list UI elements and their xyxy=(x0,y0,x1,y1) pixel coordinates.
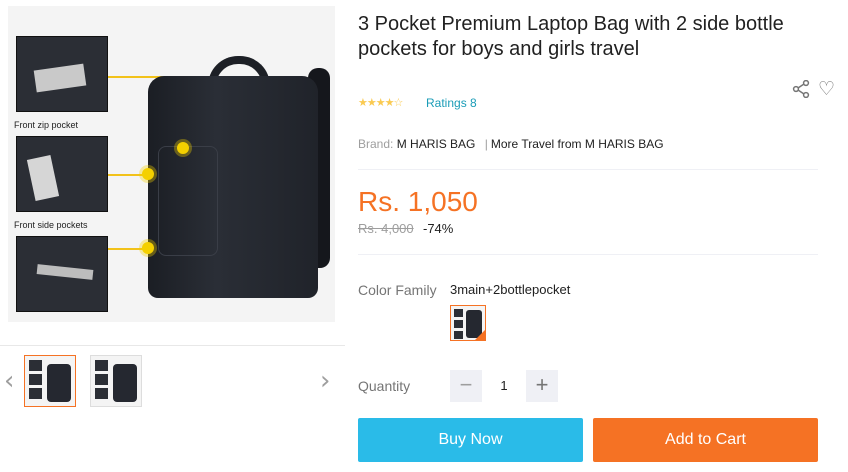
brand-row: Brand: M HARIS BAG | More Travel from M H… xyxy=(358,137,664,151)
inset-side-pocket xyxy=(16,236,108,312)
quantity-input[interactable]: 1 xyxy=(486,378,522,393)
brand-separator: | xyxy=(484,137,488,151)
section-divider xyxy=(358,169,818,170)
product-info: 3 Pocket Premium Laptop Bag with 2 side … xyxy=(358,0,848,472)
main-product-image[interactable]: Front zip pocket Front side pockets xyxy=(8,6,335,322)
rating-stars-icon: ★★★★☆ xyxy=(358,96,403,109)
original-price: Rs. 4,000 xyxy=(358,221,414,236)
thumbnail-inset xyxy=(95,388,108,399)
thumbnail-inset xyxy=(29,388,42,399)
selected-corner-icon xyxy=(475,330,485,340)
thumbnail-bag xyxy=(47,364,71,402)
color-family-value: 3main+2bottlepocket xyxy=(450,282,571,297)
discount-badge: -74% xyxy=(423,221,454,236)
color-family-label: Color Family xyxy=(358,282,437,298)
add-to-cart-button[interactable]: Add to Cart xyxy=(593,418,818,462)
inset-caption: Front zip pocket xyxy=(14,120,79,130)
buy-now-button[interactable]: Buy Now xyxy=(358,418,583,462)
share-icon[interactable] xyxy=(792,80,810,98)
thumbnail-inset xyxy=(95,360,108,371)
thumbnail-bag xyxy=(113,364,137,402)
gallery-divider xyxy=(0,345,345,346)
hotspot-dot xyxy=(142,168,154,180)
prev-arrow-icon[interactable]: ‹ xyxy=(4,368,14,394)
inset-front-side-pockets xyxy=(16,136,108,212)
swatch-inset xyxy=(454,331,463,339)
thumbnail-inset xyxy=(95,374,108,385)
color-swatch[interactable] xyxy=(450,305,486,341)
thumbnail-inset xyxy=(29,374,42,385)
current-price: Rs. 1,050 xyxy=(358,186,478,217)
inset-front-zip-pocket xyxy=(16,36,108,112)
quantity-decrease-button[interactable]: − xyxy=(450,370,482,402)
heart-icon[interactable]: ♡ xyxy=(818,78,835,100)
quantity-label: Quantity xyxy=(358,378,411,394)
ratings-link[interactable]: Ratings 8 xyxy=(426,96,477,110)
swatch-inset xyxy=(454,309,463,317)
hotspot-dot xyxy=(177,142,189,154)
thumbnail-1[interactable] xyxy=(24,355,76,407)
brand-link[interactable]: M HARIS BAG xyxy=(397,137,476,151)
swatch-inset xyxy=(454,320,463,328)
thumbnail-2[interactable] xyxy=(90,355,142,407)
quantity-increase-button[interactable]: + xyxy=(526,370,558,402)
hotspot-dot xyxy=(142,242,154,254)
next-arrow-icon[interactable]: › xyxy=(320,368,330,394)
more-from-brand-link[interactable]: More Travel from M HARIS BAG xyxy=(491,137,664,151)
inset-caption: Front side pockets xyxy=(14,220,88,230)
brand-label: Brand: xyxy=(358,137,394,151)
product-gallery: Front zip pocket Front side pockets ‹ › xyxy=(0,0,345,472)
thumbnail-inset xyxy=(29,360,42,371)
bag-pocket xyxy=(158,146,218,256)
section-divider xyxy=(358,254,818,255)
product-title: 3 Pocket Premium Laptop Bag with 2 side … xyxy=(358,13,784,60)
